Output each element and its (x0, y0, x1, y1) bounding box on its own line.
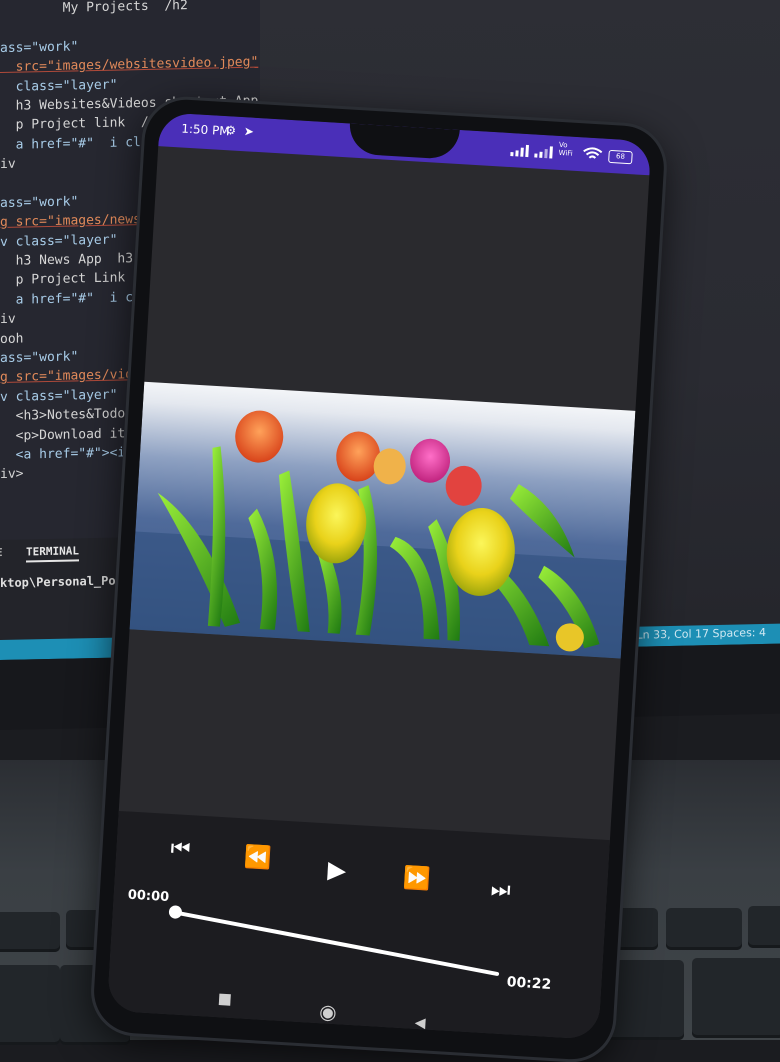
seek-thumb[interactable] (167, 904, 184, 920)
video-player-controls: ⏮ ⏪ ▶ ⏩ ⏭ 00:00 00:22 ■ ◉ ◀ (106, 810, 610, 1040)
home-nav-icon[interactable]: ◉ (319, 999, 338, 1024)
tulip-image (129, 410, 627, 659)
video-frame[interactable] (129, 381, 636, 659)
play-button[interactable]: ▶ (327, 855, 347, 884)
keyboard-key (692, 958, 780, 1038)
keyboard-key (666, 908, 742, 950)
skip-next-button[interactable]: ⏭ (490, 877, 511, 903)
status-time: 1:50 PM (180, 121, 231, 139)
keyboard-key (0, 965, 60, 1045)
editor-status-text: Ln 33, Col 17 Spaces: 4 (636, 625, 767, 642)
panel-tab-partial[interactable]: E (0, 546, 3, 559)
seek-bar[interactable] (167, 904, 500, 977)
current-time-label: 00:00 (127, 887, 170, 906)
skip-previous-button[interactable]: ⏮ (170, 836, 191, 862)
keyboard-key (0, 912, 60, 952)
total-duration-label: 00:22 (506, 974, 552, 993)
rewind-button[interactable]: ⏪ (244, 844, 273, 871)
vowifi-icon: Vo WiFi (558, 140, 573, 158)
phone-screen: 1:50 PM ⚙ ➤ Vo WiFi 68 ⏮ ⏪ ▶ ⏩ ⏭ 00:00 0… (106, 112, 652, 1040)
wifi-icon (583, 147, 603, 159)
signal-strength-icon (510, 144, 533, 158)
camera-notch (348, 123, 460, 160)
battery-icon: 68 (608, 149, 633, 165)
tab-terminal[interactable]: TERMINAL (26, 544, 79, 563)
fast-forward-button[interactable]: ⏩ (403, 866, 432, 893)
signal-strength-icon (534, 145, 557, 159)
recents-nav-icon[interactable]: ■ (217, 989, 232, 1008)
status-notification-icons: ⚙ ➤ (224, 123, 257, 139)
keyboard-key (748, 906, 780, 948)
back-nav-icon[interactable]: ◀ (414, 1015, 426, 1032)
smartphone: 1:50 PM ⚙ ➤ Vo WiFi 68 ⏮ ⏪ ▶ ⏩ ⏭ 00:00 0… (91, 97, 667, 1062)
